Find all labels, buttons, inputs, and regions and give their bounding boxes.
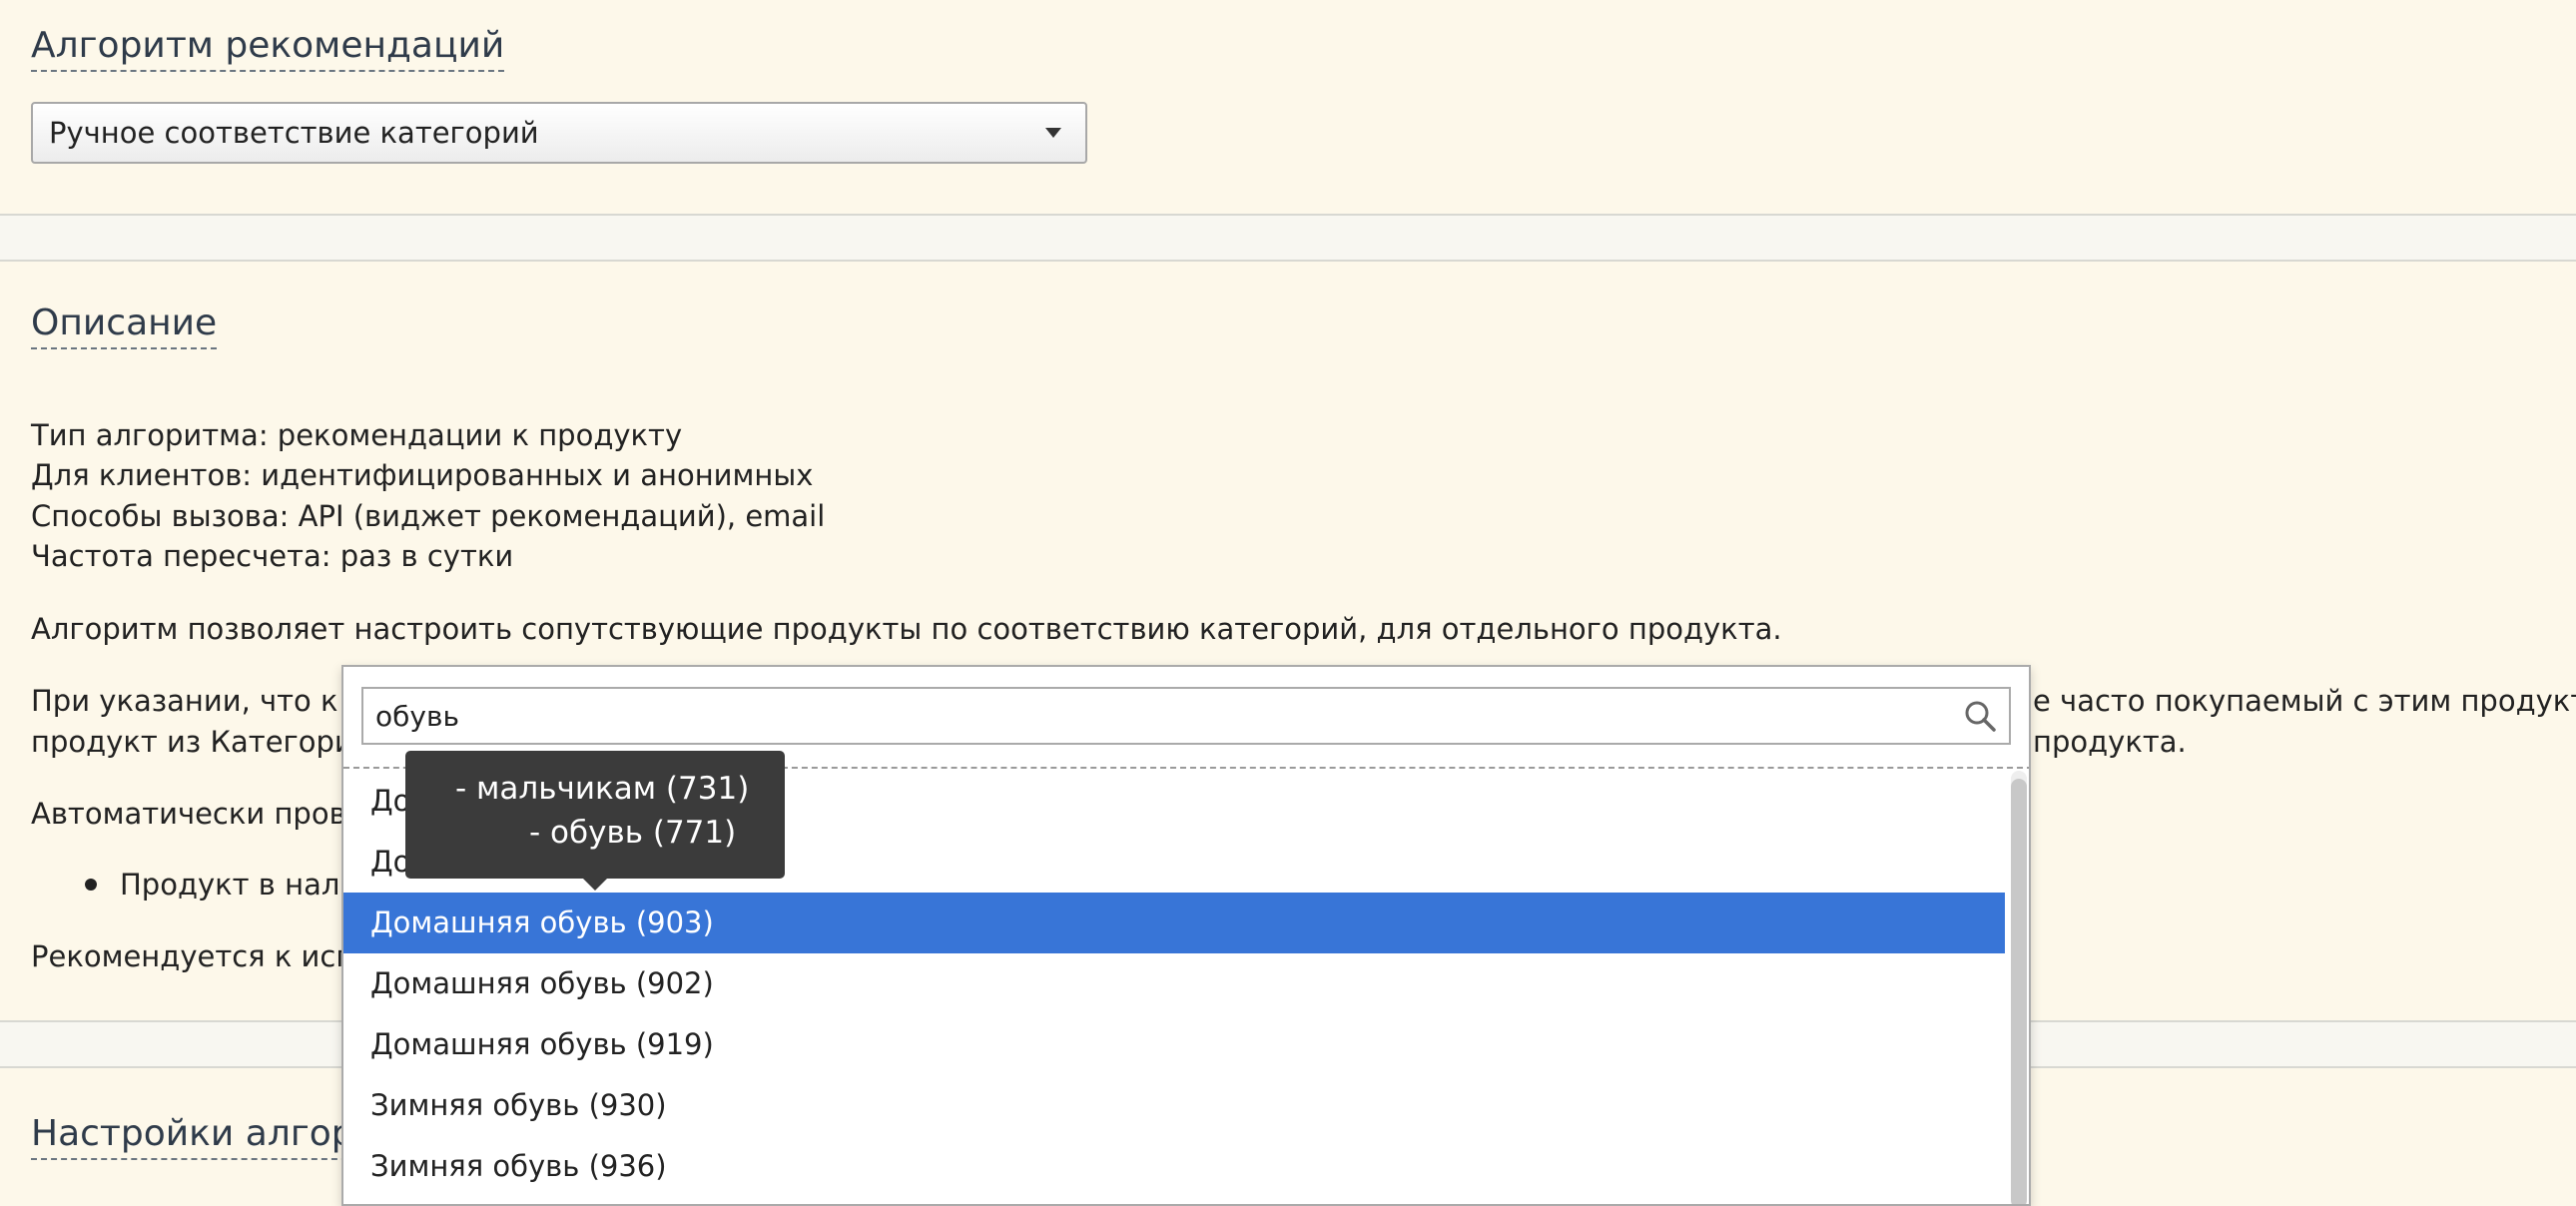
result-item[interactable]: Домашняя обувь (919) (343, 1014, 2005, 1075)
search-field[interactable] (361, 687, 2011, 745)
algorithm-section: Алгоритм рекомендаций Ручное соответстви… (0, 0, 2576, 214)
result-item[interactable]: Домашняя обувь (902) (343, 953, 2005, 1014)
description-paragraph-end: е часто покупаемый с этим продуктом (2033, 684, 2576, 718)
settings-heading: Настройки алгори (31, 1112, 378, 1160)
tooltip-line: - обувь (771) (529, 815, 737, 851)
category-path-tooltip: - мальчикам (731) - обувь (771) (405, 751, 785, 891)
algorithm-heading: Алгоритм рекомендаций (31, 24, 505, 72)
result-item[interactable]: Зимняя обувь (936) (343, 1136, 2005, 1197)
category-dropdown[interactable]: Домашняя обувь (731) Домашняя обувь (822… (341, 665, 2031, 1206)
scrollbar-thumb[interactable] (2011, 779, 2027, 1204)
result-item[interactable]: Зимняя обувь (930) (343, 1075, 2005, 1136)
dropdown-scrollbar[interactable] (2011, 771, 2027, 1204)
result-item-highlighted[interactable]: Домашняя обувь (903) (343, 893, 2005, 953)
recommend-text: Рекомендуется к испол (31, 939, 391, 973)
algorithm-select[interactable]: Ручное соответствие категорий (31, 102, 1087, 164)
bullet-icon (85, 879, 97, 891)
chevron-down-icon (1045, 128, 1061, 138)
search-icon (1965, 701, 1996, 732)
description-summary: Алгоритм позволяет настроить сопутствующ… (31, 612, 1782, 646)
tooltip-arrow (583, 879, 607, 891)
description-line: Способы вызова: API (виджет рекомендаций… (31, 499, 826, 533)
description-line: Тип алгоритма: рекомендации к продукту (31, 418, 683, 452)
description-line: Частота пересчета: раз в сутки (31, 539, 514, 573)
search-input[interactable] (363, 689, 1941, 743)
section-divider (0, 214, 2576, 262)
description-paragraph-start: При указании, что к Ка (31, 684, 386, 718)
algorithm-select-value: Ручное соответствие категорий (49, 116, 539, 150)
auto-check-text: Автоматически провер (31, 797, 382, 831)
bullet-item: Продукт в нали (120, 868, 359, 902)
description-paragraph-start-2: продукт из Категории (31, 725, 372, 759)
description-heading: Описание (31, 302, 218, 349)
description-paragraph-end-2: продукта. (2033, 725, 2187, 759)
description-line: Для клиентов: идентифицированных и анони… (31, 458, 814, 492)
tooltip-line: - мальчикам (731) (455, 771, 750, 807)
